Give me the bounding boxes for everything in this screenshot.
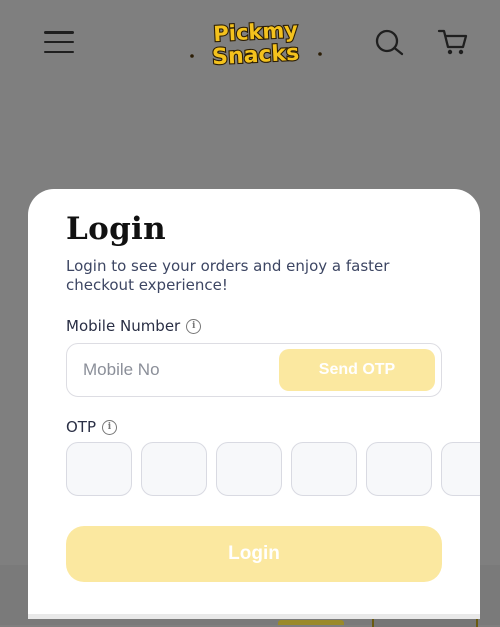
otp-digit-input[interactable] [441, 442, 480, 496]
hamburger-menu-icon[interactable] [44, 31, 74, 53]
search-icon[interactable] [373, 28, 405, 56]
cart-icon[interactable] [437, 27, 469, 57]
info-icon[interactable]: i [186, 318, 202, 334]
otp-digit-input[interactable] [66, 442, 132, 496]
otp-digit-input[interactable] [291, 442, 357, 496]
login-subtitle: Login to see your orders and enjoy a fas… [66, 257, 390, 294]
brand-logo[interactable]: Pickmy Snacks [186, 18, 326, 66]
modal-bottom-edge [28, 614, 480, 619]
mobile-number-label-text: Mobile Number [66, 317, 181, 335]
login-modal: Login Login to see your orders and enjoy… [28, 189, 480, 619]
svg-text:Snacks: Snacks [212, 41, 300, 66]
login-button[interactable]: Login [66, 526, 442, 582]
otp-label: OTP i [66, 418, 118, 436]
info-icon[interactable]: i [102, 419, 118, 435]
login-title: Login [66, 211, 166, 247]
background-product-tag [278, 620, 344, 625]
otp-digit-input[interactable] [366, 442, 432, 496]
send-otp-button[interactable]: Send OTP [279, 349, 435, 391]
mobile-input-group: Send OTP [66, 343, 442, 397]
otp-digit-input[interactable] [216, 442, 282, 496]
otp-input-row [66, 442, 480, 496]
mobile-number-label: Mobile Number i [66, 317, 202, 335]
mobile-number-input[interactable] [81, 354, 275, 386]
otp-label-text: OTP [66, 418, 97, 436]
site-header: Pickmy Snacks [0, 0, 500, 85]
otp-digit-input[interactable] [141, 442, 207, 496]
